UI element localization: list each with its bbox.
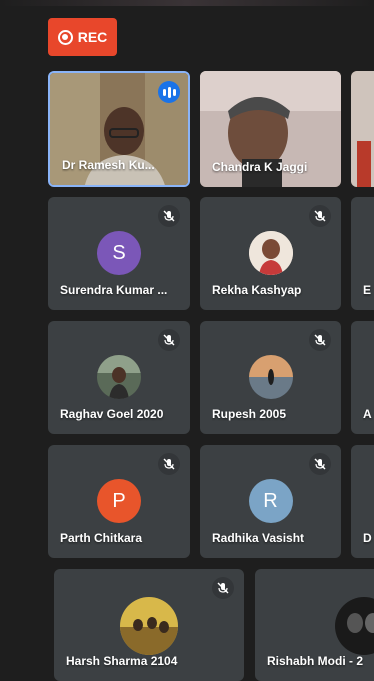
participant-tile-partial[interactable]: E — [351, 197, 374, 310]
participant-name: Harsh Sharma 2104 — [66, 654, 178, 668]
mic-off-icon — [158, 453, 180, 475]
participant-name-partial: D — [363, 531, 372, 545]
participant-tile[interactable]: Rupesh 2005 — [200, 321, 341, 434]
participant-name-partial: A — [363, 407, 372, 421]
avatar-photo — [248, 231, 293, 275]
participant-name: Raghav Goel 2020 — [60, 407, 164, 421]
participant-name: Parth Chitkara — [60, 531, 143, 545]
participant-name: Radhika Vasisht — [212, 531, 305, 545]
participant-tile-partial[interactable]: A — [351, 321, 374, 434]
participant-tile-partial[interactable]: D — [351, 445, 374, 558]
top-edge — [0, 0, 374, 6]
participant-name: Dr Ramesh Ku... — [62, 158, 155, 172]
participant-name: Rupesh 2005 — [212, 407, 287, 421]
mic-off-icon — [309, 205, 331, 227]
avatar-photo — [97, 355, 141, 399]
participant-name: Rishabh Modi - 2 — [267, 654, 363, 668]
avatar-photo — [120, 597, 178, 655]
participant-tile[interactable]: R Radhika Vasisht — [200, 445, 341, 558]
recording-label: REC — [77, 29, 108, 45]
participant-tile[interactable]: Raghav Goel 2020 — [48, 321, 190, 434]
participant-tile[interactable]: Harsh Sharma 2104 — [54, 569, 244, 681]
mic-off-icon — [158, 205, 180, 227]
participant-name-partial: E — [363, 283, 372, 297]
mic-off-icon — [309, 329, 331, 351]
recording-indicator[interactable]: REC — [48, 18, 117, 56]
participant-name: Rekha Kashyap — [212, 283, 302, 297]
record-icon — [57, 29, 73, 45]
avatar: R — [248, 479, 293, 523]
speaking-indicator-icon — [158, 81, 180, 103]
video-feed — [351, 71, 374, 187]
participant-tile-video[interactable]: Dr Ramesh Ku... — [48, 71, 190, 187]
participant-tile[interactable]: S Surendra Kumar ... — [48, 197, 190, 310]
participant-tile[interactable]: Rekha Kashyap — [200, 197, 341, 310]
participant-tile-partial[interactable] — [351, 71, 374, 187]
avatar: P — [97, 479, 141, 523]
participant-tile-video[interactable]: Chandra K Jaggi — [200, 71, 341, 187]
mic-off-icon — [212, 577, 234, 599]
mic-off-icon — [158, 329, 180, 351]
avatar: S — [97, 231, 141, 275]
avatar-photo — [335, 597, 374, 655]
participant-tile[interactable]: P Parth Chitkara — [48, 445, 190, 558]
participant-name: Chandra K Jaggi — [212, 160, 308, 174]
avatar-photo — [248, 355, 293, 399]
participant-name: Surendra Kumar ... — [60, 283, 168, 297]
participant-tile[interactable]: Rishabh Modi - 2 — [255, 569, 374, 681]
mic-off-icon — [309, 453, 331, 475]
